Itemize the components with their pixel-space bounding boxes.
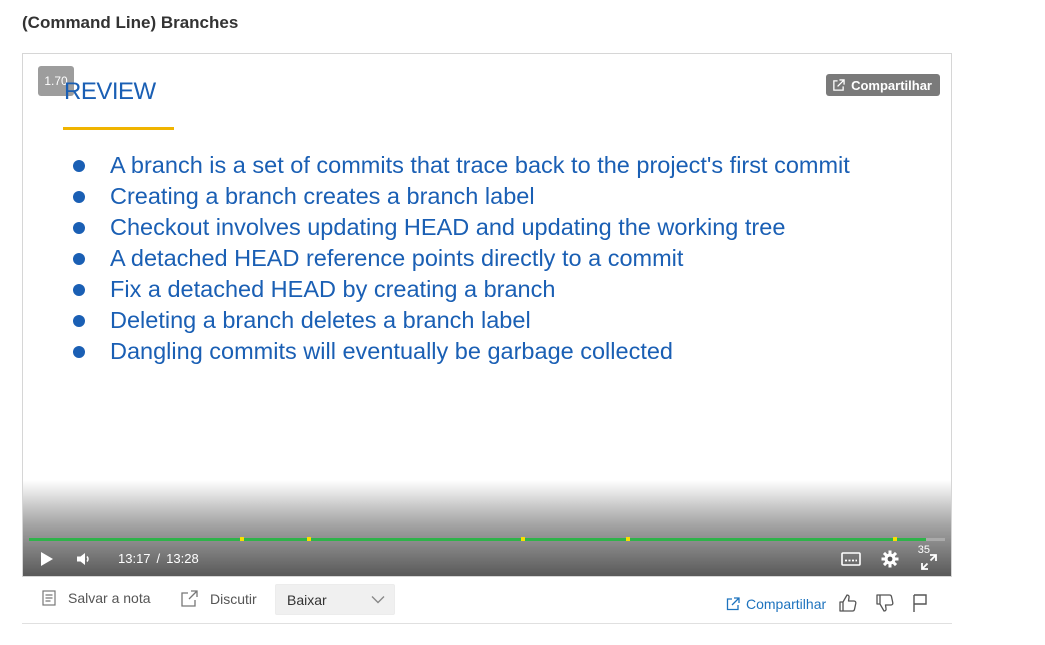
save-note-label: Salvar a nota bbox=[68, 590, 151, 606]
captions-icon bbox=[841, 552, 861, 566]
time-display: 13:17 / 13:28 bbox=[118, 551, 199, 566]
progress-played bbox=[29, 538, 926, 541]
slide-bullet-text: Creating a branch creates a branch label bbox=[110, 183, 535, 209]
note-icon bbox=[42, 590, 56, 606]
thumbs-up-icon bbox=[839, 594, 857, 612]
fullscreen-icon bbox=[921, 554, 937, 570]
discuss-button[interactable]: Discutir bbox=[180, 590, 257, 608]
slide-bullet: Fix a detached HEAD by creating a branch bbox=[73, 274, 893, 305]
chapter-marker[interactable] bbox=[520, 537, 525, 541]
chapter-marker[interactable] bbox=[307, 537, 312, 541]
slide-bullet: Deleting a branch deletes a branch label bbox=[73, 305, 893, 336]
fullscreen-button[interactable] bbox=[919, 552, 939, 572]
slide-bullet: Checkout involves updating HEAD and upda… bbox=[73, 212, 893, 243]
chevron-down-icon bbox=[371, 596, 385, 604]
slide-bullet-text: A detached HEAD reference points directl… bbox=[110, 245, 684, 271]
volume-button[interactable] bbox=[73, 548, 95, 570]
bullet-dot bbox=[73, 222, 85, 234]
slide-bullet-list: A branch is a set of commits that trace … bbox=[73, 150, 893, 367]
save-note-button[interactable]: Salvar a nota bbox=[42, 590, 151, 606]
progress-bar[interactable] bbox=[29, 537, 945, 541]
page-title: (Command Line) Branches bbox=[22, 13, 239, 32]
time-separator: / bbox=[156, 551, 161, 566]
slide-bullet-text: Deleting a branch deletes a branch label bbox=[110, 307, 531, 333]
duration: 13:28 bbox=[166, 551, 199, 566]
discuss-icon bbox=[181, 590, 198, 607]
video-player[interactable]: 1.70 Compartilhar REVIEW A branch is a s… bbox=[22, 53, 952, 577]
slide-bullet: Creating a branch creates a branch label bbox=[73, 181, 893, 212]
play-button[interactable] bbox=[37, 548, 57, 570]
flag-icon bbox=[913, 594, 927, 612]
share-overlay-button[interactable]: Compartilhar bbox=[826, 74, 940, 96]
share-link[interactable]: Compartilhar bbox=[726, 596, 826, 612]
bullet-dot bbox=[73, 191, 85, 203]
slide-heading: REVIEW bbox=[64, 78, 156, 105]
share-icon bbox=[833, 78, 845, 91]
thumbs-down-button[interactable] bbox=[875, 593, 895, 618]
slide-bullet: A detached HEAD reference points directl… bbox=[73, 243, 893, 274]
slide-bullet-text: Fix a detached HEAD by creating a branch bbox=[110, 276, 556, 302]
bullet-dot bbox=[73, 284, 85, 296]
bullet-dot bbox=[73, 160, 85, 172]
bullet-dot bbox=[73, 315, 85, 327]
slide-heading-underline bbox=[63, 127, 174, 130]
bullet-dot bbox=[73, 253, 85, 265]
flag-button[interactable] bbox=[911, 593, 929, 618]
settings-button[interactable] bbox=[879, 548, 901, 570]
share-overlay-label: Compartilhar bbox=[851, 77, 932, 93]
current-time: 13:17 bbox=[118, 551, 151, 566]
download-select-value: Baixar bbox=[287, 591, 327, 608]
share-label: Compartilhar bbox=[746, 596, 827, 612]
slide-bullet: Dangling commits will eventually be garb… bbox=[73, 336, 893, 367]
thumbs-up-button[interactable] bbox=[838, 593, 858, 618]
slide-bullet-text: A branch is a set of commits that trace … bbox=[110, 152, 850, 178]
chapter-marker[interactable] bbox=[626, 537, 631, 541]
share-icon bbox=[726, 597, 740, 611]
player-controls: 13:17/13:28 35 bbox=[23, 544, 951, 576]
gear-icon bbox=[881, 550, 899, 568]
chapter-marker[interactable] bbox=[239, 537, 244, 541]
chapter-marker[interactable] bbox=[892, 537, 897, 541]
video-toolbar: Salvar a nota Discutir Baixar Compartilh… bbox=[22, 584, 952, 624]
bullet-dot bbox=[73, 346, 85, 358]
download-select[interactable]: Baixar bbox=[275, 584, 395, 615]
captions-button[interactable] bbox=[839, 549, 863, 569]
slide-bullet: A branch is a set of commits that trace … bbox=[73, 150, 893, 181]
thumbs-down-icon bbox=[876, 594, 894, 612]
slide-bullet-text: Dangling commits will eventually be garb… bbox=[110, 338, 673, 364]
slide-bullet-text: Checkout involves updating HEAD and upda… bbox=[110, 214, 786, 240]
play-icon bbox=[41, 552, 53, 566]
discuss-label: Discutir bbox=[210, 591, 257, 607]
volume-icon bbox=[77, 553, 89, 565]
